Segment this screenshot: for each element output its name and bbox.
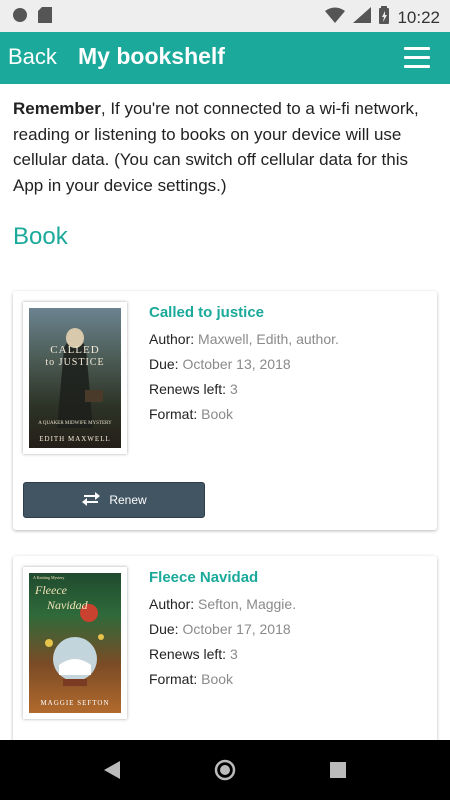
recents-nav-icon[interactable] bbox=[330, 762, 346, 783]
cover-author: MAGGIE SEFTON bbox=[40, 699, 110, 707]
renews-value: 3 bbox=[229, 381, 238, 397]
renew-label: Renew bbox=[109, 493, 147, 507]
book-cover[interactable]: CALLED to JUSTICE A QUAKER MIDWIFE MYSTE… bbox=[23, 302, 127, 454]
cover-title-line1: CALLED bbox=[50, 344, 100, 356]
cover-title-line2: Navidad bbox=[47, 598, 88, 612]
battery-icon bbox=[379, 6, 390, 29]
renews-row: Renews left: 3 bbox=[149, 646, 238, 662]
book-card: CALLED to JUSTICE A QUAKER MIDWIFE MYSTE… bbox=[13, 291, 437, 530]
record-icon bbox=[12, 7, 28, 28]
book-card: Fleece Navidad A Knitting Mystery MAGGIE… bbox=[13, 556, 437, 740]
author-value: Maxwell, Edith, author. bbox=[198, 331, 339, 347]
signal-icon bbox=[353, 7, 372, 28]
renews-label: Renews left: bbox=[149, 381, 227, 397]
system-nav-bar bbox=[0, 740, 450, 800]
format-label: Format: bbox=[149, 406, 198, 422]
main-content[interactable]: Remember, If you're not connected to a w… bbox=[0, 84, 450, 740]
renews-label: Renews left: bbox=[149, 646, 227, 662]
page-title: My bookshelf bbox=[78, 43, 225, 69]
author-value: Sefton, Maggie. bbox=[198, 596, 297, 612]
cover-title-line2: to JUSTICE bbox=[45, 357, 105, 368]
sd-card-icon bbox=[38, 7, 52, 28]
author-label: Author: bbox=[149, 331, 195, 347]
section-title-book: Book bbox=[13, 223, 68, 250]
data-usage-notice: Remember, If you're not connected to a w… bbox=[13, 96, 433, 198]
status-time: 10:22 bbox=[397, 7, 440, 27]
due-value: October 13, 2018 bbox=[182, 356, 291, 372]
cover-author: EDITH MAXWELL bbox=[39, 435, 111, 443]
renew-button[interactable]: Renew bbox=[23, 482, 205, 518]
renews-value: 3 bbox=[229, 646, 238, 662]
wifi-icon bbox=[325, 7, 346, 28]
cover-title-line1: Fleece bbox=[35, 583, 67, 597]
renews-row: Renews left: 3 bbox=[149, 381, 238, 397]
app-bar: Back My bookshelf bbox=[0, 32, 450, 84]
due-value: October 17, 2018 bbox=[182, 621, 291, 637]
due-label: Due: bbox=[149, 621, 179, 637]
author-row: Author: Maxwell, Edith, author. bbox=[149, 331, 339, 347]
author-label: Author: bbox=[149, 596, 195, 612]
author-row: Author: Sefton, Maggie. bbox=[149, 596, 296, 612]
back-button[interactable]: Back bbox=[8, 44, 57, 70]
format-label: Format: bbox=[149, 671, 198, 687]
due-label: Due: bbox=[149, 356, 179, 372]
format-row: Format: Book bbox=[149, 406, 233, 422]
status-bar: 10:22 bbox=[0, 0, 450, 32]
format-row: Format: Book bbox=[149, 671, 233, 687]
book-cover[interactable]: Fleece Navidad A Knitting Mystery MAGGIE… bbox=[23, 567, 127, 719]
back-nav-icon[interactable] bbox=[104, 761, 120, 784]
book-title-link[interactable]: Called to justice bbox=[149, 304, 264, 321]
cover-series: A QUAKER MIDWIFE MYSTERY bbox=[38, 421, 112, 426]
book-title-link[interactable]: Fleece Navidad bbox=[149, 569, 258, 586]
due-row: Due: October 13, 2018 bbox=[149, 356, 291, 372]
home-nav-icon[interactable] bbox=[214, 759, 236, 786]
format-value: Book bbox=[201, 671, 234, 687]
hamburger-menu-icon[interactable] bbox=[404, 47, 430, 69]
due-row: Due: October 17, 2018 bbox=[149, 621, 291, 637]
cover-series: A Knitting Mystery bbox=[33, 575, 65, 580]
notice-bold: Remember bbox=[13, 99, 101, 118]
format-value: Book bbox=[201, 406, 234, 422]
renew-icon bbox=[81, 490, 101, 511]
